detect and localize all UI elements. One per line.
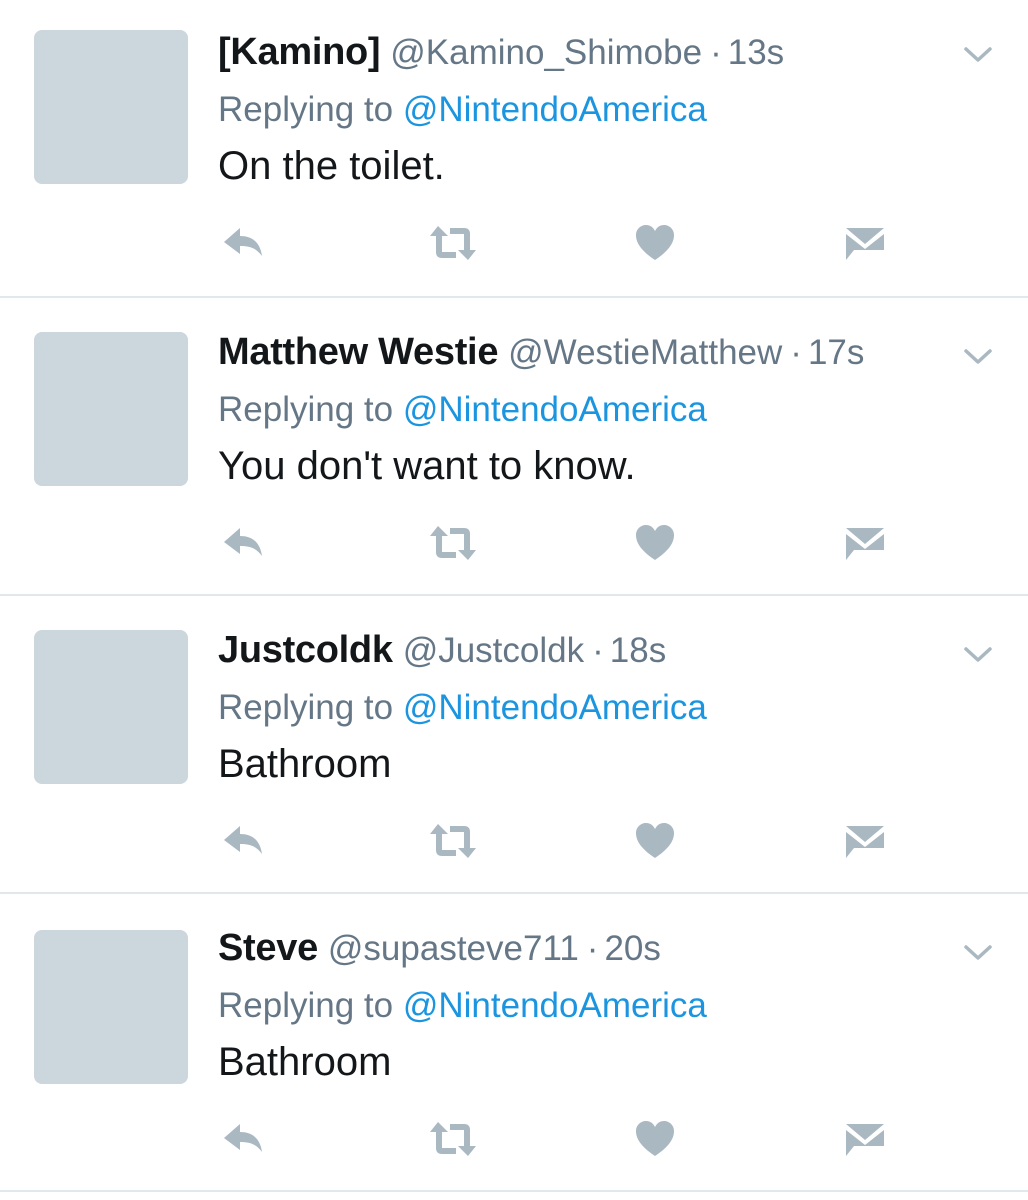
tweet-header: Justcoldk @Justcoldk · 18s [218, 622, 666, 678]
avatar[interactable] [34, 630, 188, 784]
timestamp[interactable]: 13s [728, 33, 784, 72]
tweet-header: [Kamino] @Kamino_Shimobe · 13s [218, 24, 784, 80]
chevron-down-icon[interactable] [962, 638, 994, 670]
reply-icon[interactable] [220, 222, 266, 264]
display-name[interactable]: Steve [218, 927, 318, 969]
tweet-text: On the toilet. [218, 144, 445, 188]
tweet-item[interactable]: Justcoldk @Justcoldk · 18s Replying to @Nin… [0, 596, 1028, 894]
reply-prefix: Replying to [218, 688, 394, 727]
replying-to: Replying to @NintendoAmerica [218, 982, 707, 1030]
separator-dot: · [710, 33, 722, 72]
reply-target-link[interactable]: @NintendoAmerica [403, 688, 707, 727]
avatar[interactable] [34, 930, 188, 1084]
reply-target-link[interactable]: @NintendoAmerica [403, 986, 707, 1025]
avatar[interactable] [34, 332, 188, 486]
retweet-icon[interactable] [428, 522, 476, 564]
retweet-icon[interactable] [428, 222, 476, 264]
tweet-item[interactable]: [Kamino] @Kamino_Shimobe · 13s Replying to … [0, 0, 1028, 298]
timestamp[interactable]: 18s [610, 631, 666, 670]
heart-icon[interactable] [634, 1118, 680, 1160]
envelope-icon[interactable] [842, 1118, 888, 1160]
separator-dot: · [790, 333, 802, 372]
envelope-icon[interactable] [842, 222, 888, 264]
user-handle[interactable]: @Justcoldk [403, 631, 584, 670]
envelope-icon[interactable] [842, 820, 888, 862]
replying-to: Replying to @NintendoAmerica [218, 386, 707, 434]
separator-dot: · [586, 929, 599, 968]
replying-to: Replying to @NintendoAmerica [218, 684, 707, 732]
reply-prefix: Replying to [218, 90, 394, 129]
chevron-down-icon[interactable] [962, 38, 994, 70]
retweet-icon[interactable] [428, 1118, 476, 1160]
reply-prefix: Replying to [218, 390, 394, 429]
tweet-item[interactable]: Matthew Westie @WestieMatthew · 17s Replyin… [0, 298, 1028, 596]
chevron-down-icon[interactable] [962, 340, 994, 372]
reply-prefix: Replying to [218, 986, 394, 1025]
heart-icon[interactable] [634, 820, 680, 862]
reply-icon[interactable] [220, 1118, 266, 1160]
retweet-icon[interactable] [428, 820, 476, 862]
heart-icon[interactable] [634, 222, 680, 264]
timestamp[interactable]: 17s [808, 333, 864, 372]
user-handle[interactable]: @WestieMatthew [508, 333, 782, 372]
avatar[interactable] [34, 30, 188, 184]
user-handle[interactable]: @Kamino_Shimobe [390, 33, 702, 72]
reply-icon[interactable] [220, 522, 266, 564]
display-name[interactable]: [Kamino] [218, 31, 381, 73]
tweet-text: Bathroom [218, 742, 392, 786]
heart-icon[interactable] [634, 522, 680, 564]
reply-icon[interactable] [220, 820, 266, 862]
tweet-item[interactable]: Steve @supasteve711 · 20s Replying to @Nint… [0, 894, 1028, 1192]
replying-to: Replying to @NintendoAmerica [218, 86, 707, 134]
timestamp[interactable]: 20s [604, 929, 660, 968]
tweet-text: You don't want to know. [218, 444, 636, 488]
reply-target-link[interactable]: @NintendoAmerica [403, 390, 707, 429]
display-name[interactable]: Matthew Westie [218, 331, 498, 373]
reply-target-link[interactable]: @NintendoAmerica [403, 90, 707, 129]
envelope-icon[interactable] [842, 522, 888, 564]
display-name[interactable]: Justcoldk [218, 629, 393, 671]
tweet-header: Steve @supasteve711 · 20s [218, 920, 661, 976]
user-handle[interactable]: @supasteve711 [328, 929, 579, 968]
tweet-text: Bathroom [218, 1040, 392, 1084]
tweet-feed: [Kamino] @Kamino_Shimobe · 13s Replying to … [0, 0, 1028, 1200]
tweet-header: Matthew Westie @WestieMatthew · 17s [218, 324, 864, 380]
separator-dot: · [592, 631, 604, 670]
chevron-down-icon[interactable] [962, 936, 994, 968]
